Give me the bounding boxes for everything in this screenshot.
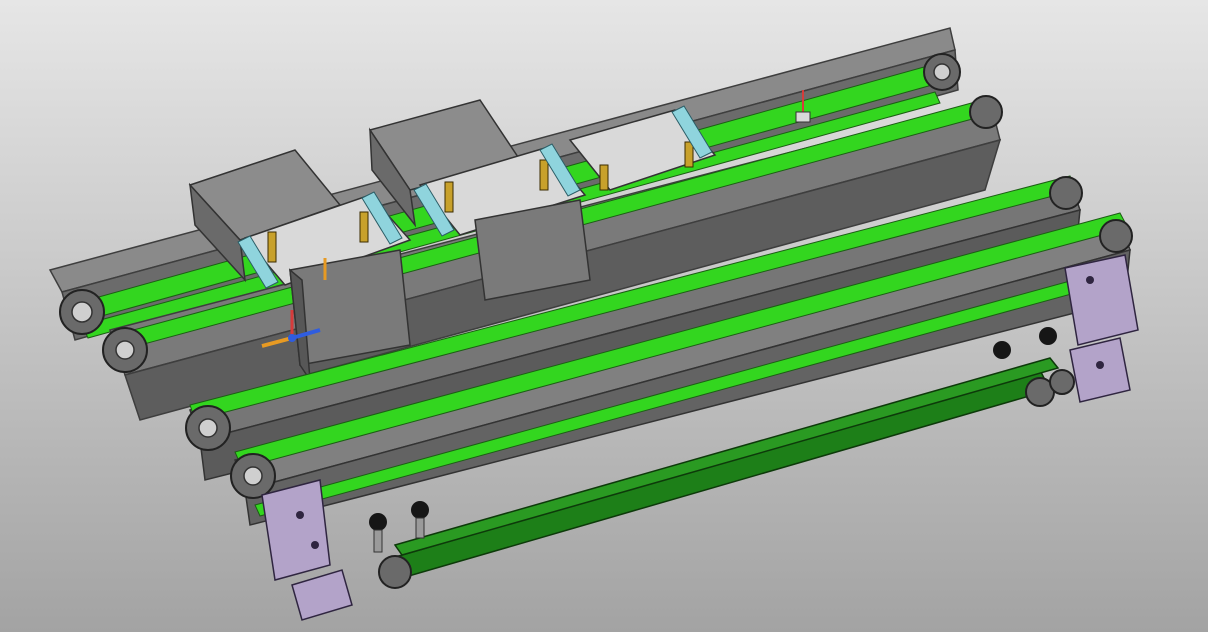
pulley-wheel-icon xyxy=(1049,176,1083,210)
adjustment-knob[interactable] xyxy=(1039,327,1057,345)
drive-pulley-icon xyxy=(1049,369,1075,395)
pulley-wheel-icon xyxy=(969,95,1003,129)
adjustment-knob[interactable] xyxy=(993,341,1011,359)
bracket-right[interactable] xyxy=(1064,254,1139,403)
drive-pulley-icon xyxy=(378,555,412,589)
cad-viewport[interactable] xyxy=(0,0,1208,632)
conveyor-assembly-model[interactable] xyxy=(0,0,1208,632)
pulley-wheel-icon xyxy=(1099,219,1133,253)
